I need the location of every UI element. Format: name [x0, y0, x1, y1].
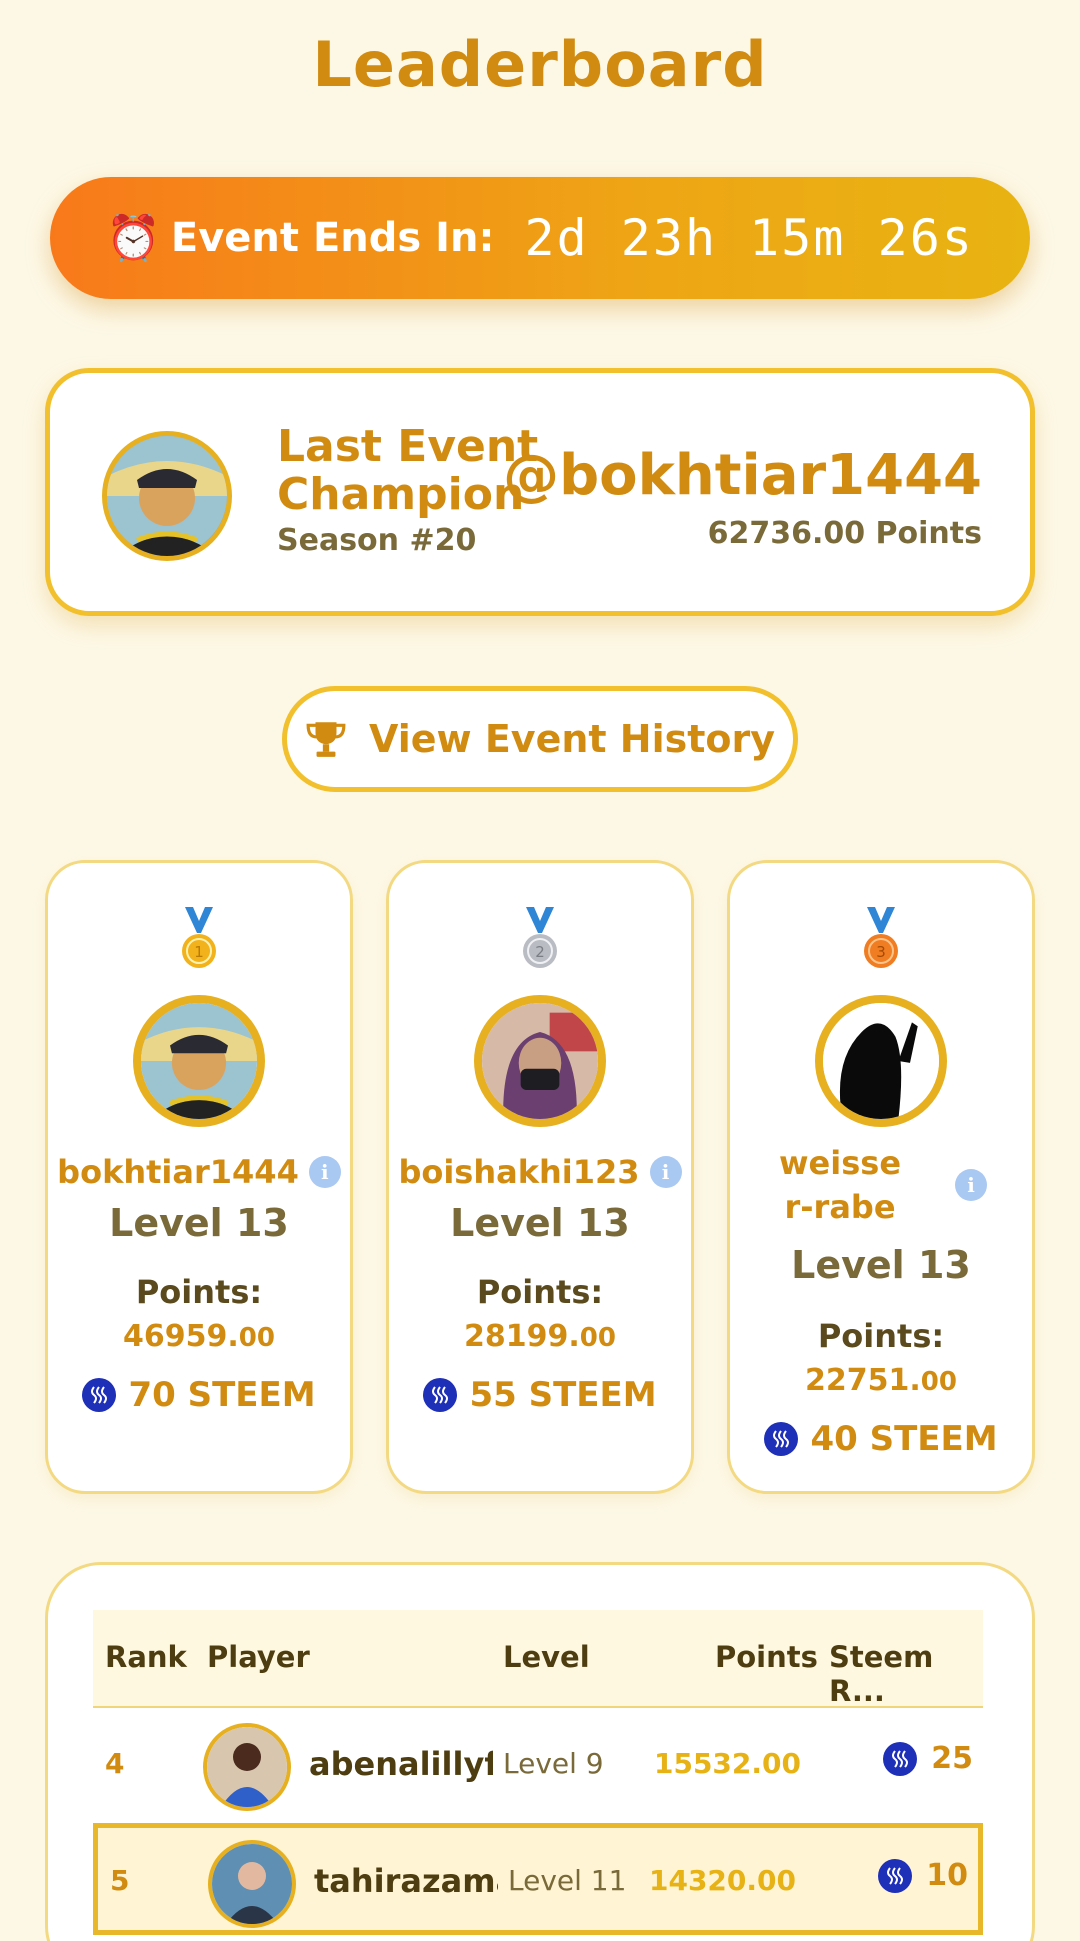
leaderboard-table: Rank Player Level Points Steem R... 4 ab…: [45, 1562, 1035, 1941]
avatar: [815, 995, 947, 1127]
row-points: 15532.00: [653, 1747, 801, 1780]
points-label: Points:: [135, 1273, 263, 1311]
player-name[interactable]: bokhtiar1444: [57, 1153, 299, 1191]
avatar: [133, 995, 265, 1127]
steem-icon: [82, 1378, 117, 1412]
row-rank: 5: [110, 1864, 130, 1897]
column-header-player[interactable]: Player: [207, 1640, 310, 1674]
points-label: Points:: [817, 1317, 945, 1355]
player-points: 22751.00: [805, 1363, 957, 1398]
champion-season: Season #20: [277, 523, 477, 558]
view-event-history-label: View Event History: [368, 717, 776, 761]
row-player-name[interactable]: tahirazama: [314, 1862, 498, 1900]
info-icon[interactable]: i: [308, 1156, 341, 1188]
column-header-level[interactable]: Level: [503, 1640, 590, 1674]
alarm-clock-icon: ⏰: [106, 213, 161, 264]
champion-username[interactable]: @bokhtiar1444: [503, 443, 982, 508]
table-header: Rank Player Level Points Steem R...: [93, 1610, 983, 1708]
steem-icon: [883, 1741, 918, 1776]
info-icon[interactable]: i: [955, 1169, 987, 1201]
row-player-name[interactable]: abenalillyfl: [309, 1745, 493, 1783]
steem-reward: 70 STEEM: [48, 1375, 350, 1415]
podium-card-2: 2 boishakhi123 i Level 13 Points: 28199.…: [386, 860, 694, 1494]
player-level: Level 13: [450, 1201, 630, 1245]
avatar: [208, 1840, 296, 1928]
player-points: 28199.00: [464, 1319, 616, 1354]
column-header-rank[interactable]: Rank: [105, 1640, 187, 1674]
page-title: Leaderboard: [312, 28, 768, 101]
podium-card-1: 1 bokhtiar1444 i Level 13 Points: 46959.…: [45, 860, 353, 1494]
timer-label-group: ⏰ Event Ends In:: [106, 212, 494, 264]
bronze-medal-icon: 3: [864, 907, 898, 968]
table-row[interactable]: 4 abenalillyfl Level 9 15532.00 25: [93, 1711, 983, 1823]
player-name[interactable]: weisser-rabe: [775, 1141, 905, 1229]
podium-card-3: 3 weisser-rabe i Level 13 Points: 22751.…: [727, 860, 1035, 1494]
svg-text:1: 1: [194, 943, 204, 961]
steem-icon: [764, 1422, 799, 1456]
column-header-points[interactable]: Points: [715, 1640, 818, 1674]
countdown-value: 2d 23h 15m 26s: [524, 209, 974, 267]
column-header-steem-reward[interactable]: Steem R...: [829, 1640, 983, 1708]
player-level: Level 13: [109, 1201, 289, 1245]
avatar: [102, 431, 232, 561]
steem-icon: [878, 1858, 913, 1893]
champion-points: 62736.00 Points: [707, 516, 982, 551]
last-champion-card: Last Event Champion Season #20 @bokhtiar…: [45, 368, 1035, 616]
silver-medal-icon: 2: [523, 907, 557, 968]
steem-icon: [423, 1378, 458, 1412]
steem-reward: 55 STEEM: [389, 1375, 691, 1415]
steem-reward: 40 STEEM: [730, 1419, 1032, 1459]
svg-text:2: 2: [535, 943, 545, 961]
svg-text:3: 3: [876, 943, 886, 961]
table-row-highlighted[interactable]: 5 tahirazama Level 11 14320.00 10: [93, 1823, 983, 1935]
podium-player-name[interactable]: boishakhi123 i: [389, 1153, 691, 1191]
trophy-icon: [306, 722, 346, 757]
view-event-history-button[interactable]: View Event History: [282, 686, 798, 792]
avatar: [203, 1723, 291, 1811]
row-level: Level 9: [503, 1747, 604, 1780]
timer-label: Event Ends In:: [170, 215, 495, 261]
row-rank: 4: [105, 1747, 125, 1780]
row-points: 14320.00: [648, 1864, 796, 1897]
event-timer-banner: ⏰ Event Ends In: 2d 23h 15m 26s: [50, 177, 1030, 299]
points-label: Points:: [476, 1273, 604, 1311]
info-icon[interactable]: i: [649, 1156, 682, 1188]
podium-player-name[interactable]: weisser-rabe i: [730, 1141, 1032, 1229]
row-level: Level 11: [508, 1864, 627, 1897]
player-name[interactable]: boishakhi123: [398, 1153, 639, 1191]
podium-player-name[interactable]: bokhtiar1444 i: [48, 1153, 350, 1191]
player-level: Level 13: [791, 1243, 971, 1287]
avatar: [474, 995, 606, 1127]
player-points: 46959.00: [123, 1319, 275, 1354]
gold-medal-icon: 1: [182, 907, 216, 968]
row-steem-reward: 25: [883, 1741, 973, 1776]
row-steem-reward: 10: [878, 1858, 968, 1893]
